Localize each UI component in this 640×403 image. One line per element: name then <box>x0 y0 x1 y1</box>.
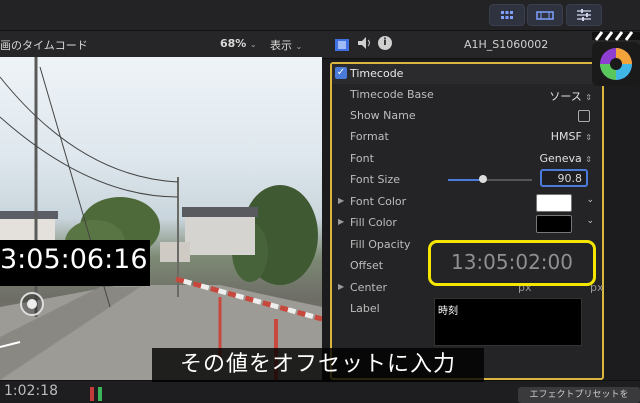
font-size-slider-knob[interactable] <box>479 175 488 183</box>
updown-arrows-icon: ⇕ <box>585 93 592 102</box>
onscreen-control-handle[interactable] <box>20 292 44 316</box>
font-row: Font Geneva ⇕ <box>332 149 602 169</box>
font-size-slider[interactable] <box>448 175 532 183</box>
video-viewer[interactable]: 3:05:06:16 <box>0 57 322 380</box>
fill-opacity-label: Fill Opacity <box>350 238 411 251</box>
label-text-field[interactable]: 時刻 <box>434 298 582 346</box>
fill-color-row: ▶ Fill Color ⌄ <box>332 213 602 233</box>
video-inspector-tab[interactable] <box>334 37 350 56</box>
timeline-strip: 1:02:18 エフェクトプリセットを <box>0 380 640 403</box>
disclosure-triangle-icon[interactable]: ▶ <box>338 196 344 205</box>
final-cut-pro-icon <box>592 31 640 86</box>
audio-inspector-tab[interactable] <box>356 35 372 55</box>
clip-name: A1H_S1060002 <box>464 38 549 51</box>
font-color-swatch[interactable] <box>536 194 572 212</box>
effect-inspector: ✓ Timecode Timecode Base ソース ⇕ Show Name… <box>330 62 604 380</box>
timecode-base-row: Timecode Base ソース ⇕ <box>332 85 602 105</box>
effect-header-row: ✓ Timecode <box>332 64 602 84</box>
chevron-down-icon[interactable]: ⌄ <box>586 216 594 226</box>
font-size-label: Font Size <box>350 173 401 186</box>
viewer-header: 画のタイムコード 68% ⌄ 表示 ⌄ <box>0 31 322 58</box>
video-frame <box>0 57 322 380</box>
label-label: Label <box>350 302 380 315</box>
offset-label: Offset <box>350 259 384 272</box>
label-text-value: 時刻 <box>438 306 458 317</box>
font-size-field[interactable]: 90.8 <box>540 169 588 187</box>
grid-icon <box>501 11 513 19</box>
show-name-checkbox[interactable] <box>578 110 590 122</box>
timeline-view-button[interactable] <box>527 4 563 26</box>
fill-color-swatch[interactable] <box>536 215 572 233</box>
font-size-value: 90.8 <box>557 172 583 185</box>
top-toolbar <box>0 0 640 31</box>
offset-value: 13:05:02:00 <box>450 250 573 274</box>
chevron-down-icon: ⌄ <box>249 40 257 49</box>
zoom-level: 68% <box>220 37 247 50</box>
font-size-slider-fill <box>448 179 484 181</box>
audio-meter <box>98 387 102 401</box>
show-name-label: Show Name <box>350 109 416 122</box>
format-label: Format <box>350 130 389 143</box>
inspector-toggle-button[interactable] <box>566 4 602 26</box>
timeline-icon <box>536 11 554 20</box>
chevron-down-icon: ⌄ <box>295 42 303 51</box>
viewer-title: 画のタイムコード <box>0 39 88 52</box>
subtitle-caption: その値をオフセットに入力 <box>152 348 484 382</box>
view-menu[interactable]: 表示 ⌄ <box>270 37 302 53</box>
updown-arrows-icon: ⇕ <box>585 133 592 142</box>
disclosure-triangle-icon[interactable]: ▶ <box>338 282 344 291</box>
format-popup[interactable]: HMSF ⇕ <box>551 130 592 143</box>
font-size-row: Font Size 90.8 <box>332 169 602 190</box>
effect-name: Timecode <box>350 67 404 80</box>
current-timecode: 1:02:18 <box>4 383 58 399</box>
fill-color-label: Fill Color <box>350 216 397 229</box>
timecode-base-label: Timecode Base <box>350 88 434 101</box>
center-label: Center <box>350 281 388 294</box>
grid-view-button[interactable] <box>489 4 525 26</box>
sliders-icon <box>577 9 591 21</box>
info-inspector-tab[interactable]: i <box>378 36 392 50</box>
app-icon <box>590 24 640 88</box>
save-effect-preset-button[interactable]: エフェクトプリセットを <box>518 387 640 403</box>
handle-center-dot <box>27 299 37 309</box>
effect-enable-checkbox[interactable]: ✓ <box>335 67 347 79</box>
font-color-label: Font Color <box>350 195 407 208</box>
timecode-base-value: ソース <box>549 90 582 103</box>
font-color-row: ▶ Font Color ⌄ <box>332 192 602 212</box>
timecode-overlay-text: 3:05:06:16 <box>0 244 148 275</box>
updown-arrows-icon: ⇕ <box>585 155 592 164</box>
speaker-icon <box>358 37 370 49</box>
font-popup[interactable]: Geneva ⇕ <box>540 152 592 165</box>
audio-meter <box>90 387 94 401</box>
view-menu-label: 表示 <box>270 39 292 52</box>
film-icon <box>335 39 349 51</box>
format-value: HMSF <box>550 130 582 143</box>
timecode-base-popup[interactable]: ソース ⇕ <box>549 88 592 104</box>
offset-value-field[interactable]: 13:05:02:00 <box>436 250 588 274</box>
info-icon: i <box>383 37 387 48</box>
zoom-menu[interactable]: 68% ⌄ <box>220 37 257 50</box>
font-label: Font <box>350 152 374 165</box>
font-value: Geneva <box>539 152 582 165</box>
format-row: Format HMSF ⇕ <box>332 127 602 147</box>
disclosure-triangle-icon[interactable]: ▶ <box>338 217 344 226</box>
save-effect-preset-label: エフェクトプリセットを <box>529 390 629 400</box>
show-name-row: Show Name <box>332 106 602 126</box>
chevron-down-icon[interactable]: ⌄ <box>586 195 594 205</box>
